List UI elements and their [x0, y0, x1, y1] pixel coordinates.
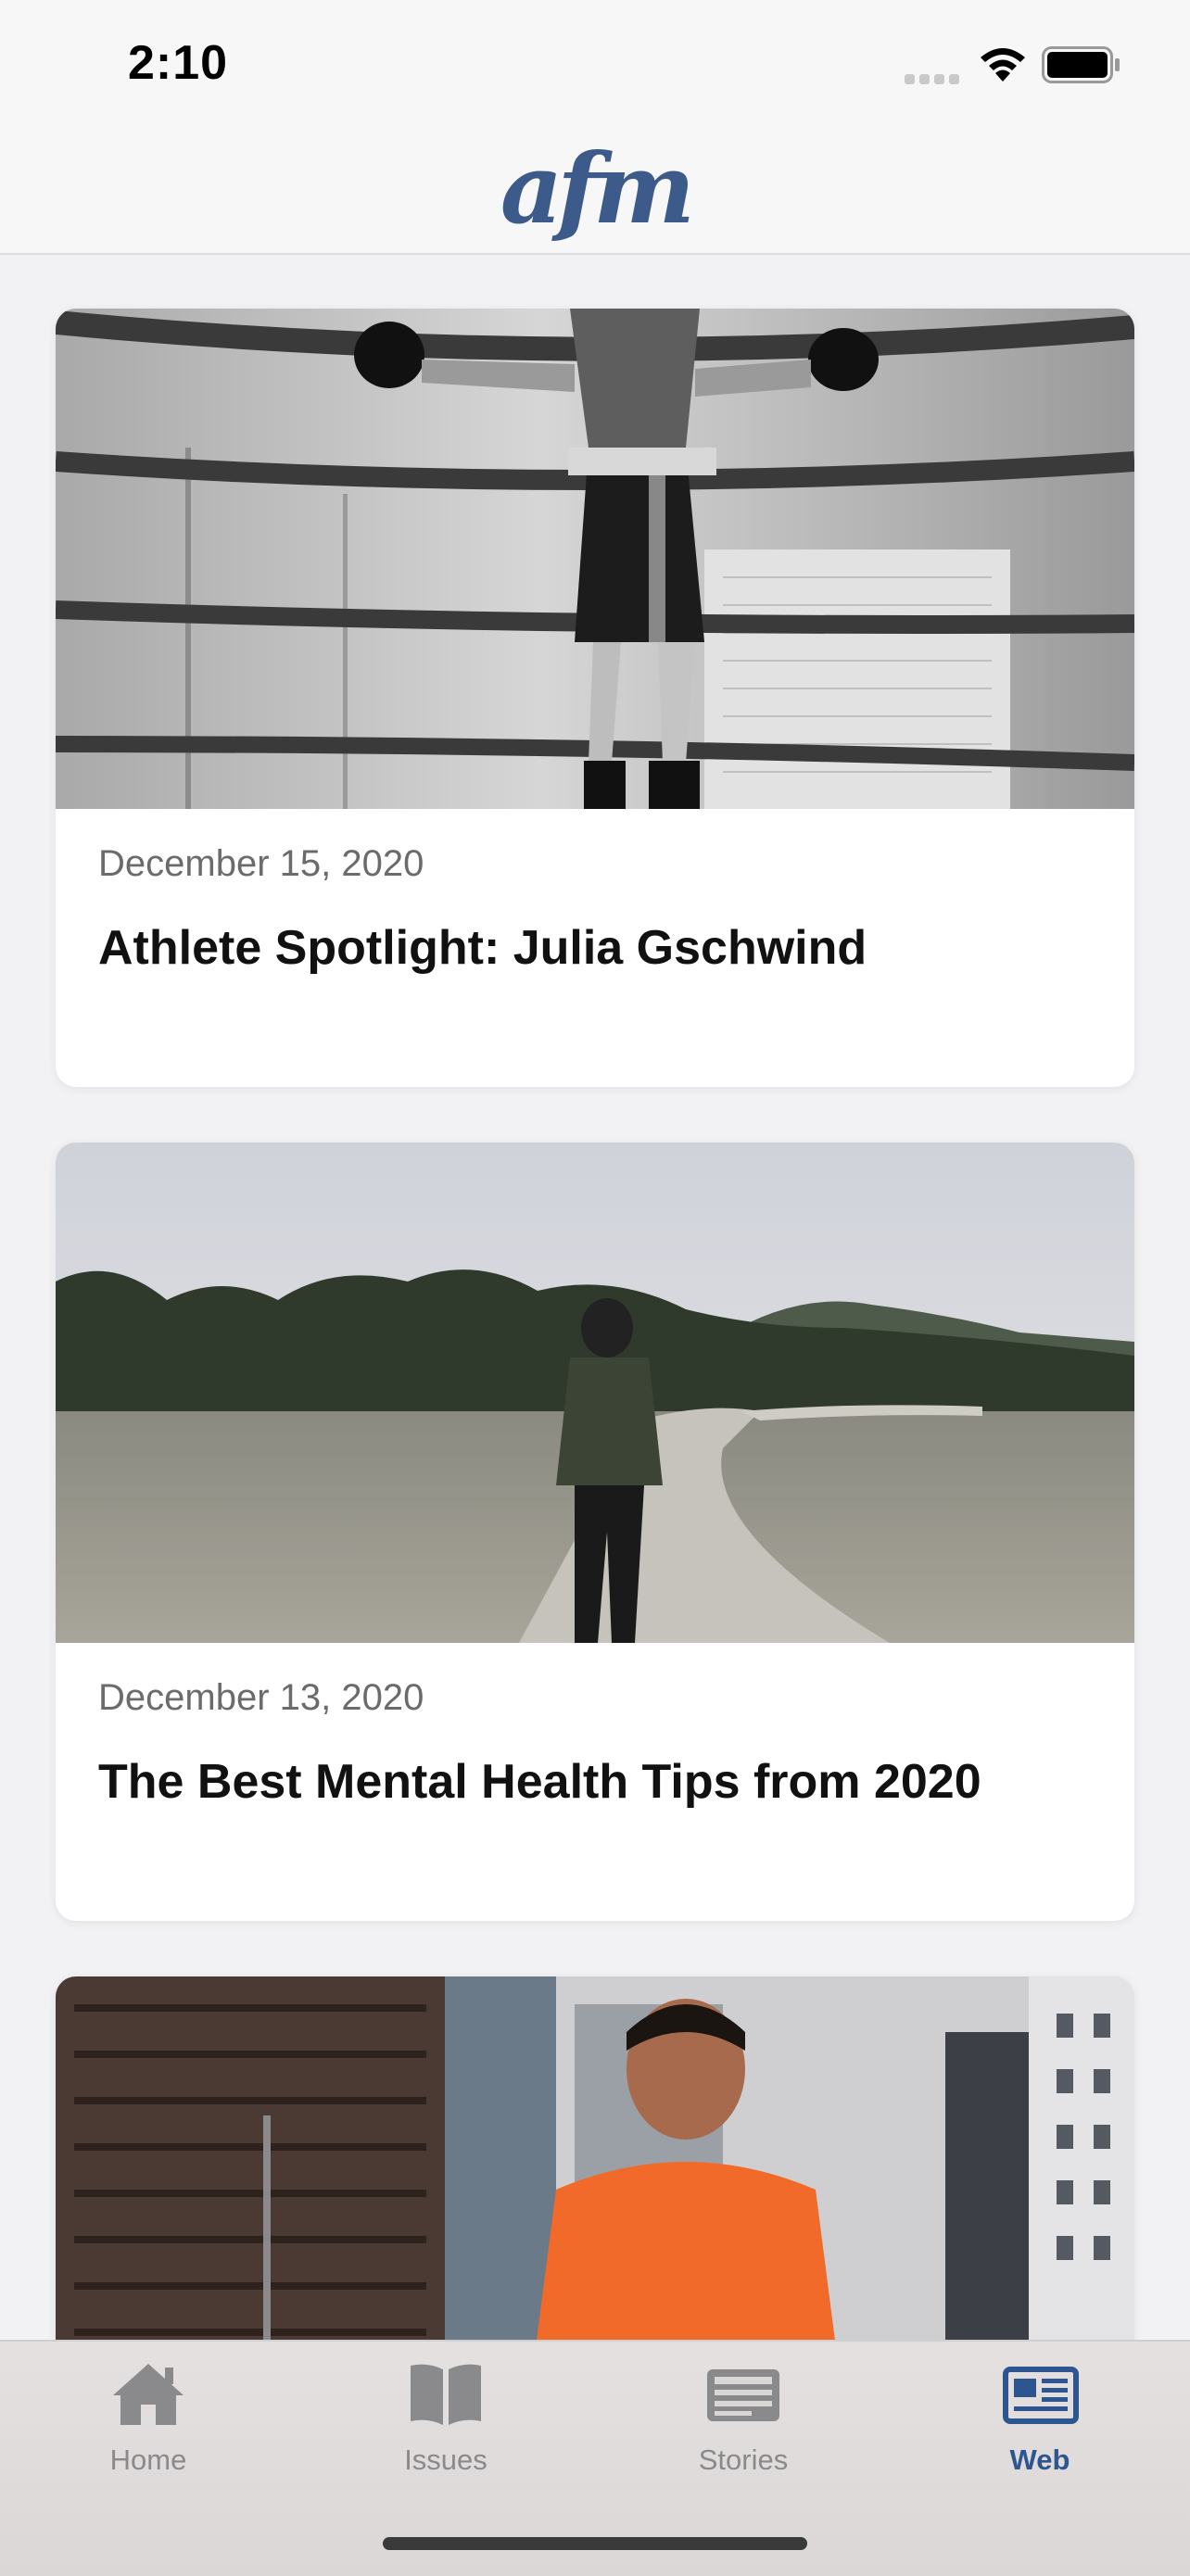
article-card[interactable] — [56, 1976, 1134, 2340]
home-icon — [113, 2364, 184, 2425]
navigation-bar: afm — [0, 130, 1190, 255]
book-icon — [411, 2364, 481, 2425]
tab-home[interactable]: Home — [56, 2360, 241, 2477]
article-card[interactable]: December 13, 2020 The Best Mental Health… — [56, 1143, 1134, 1921]
wifi-icon — [981, 48, 1025, 82]
tab-label: Home — [109, 2443, 187, 2476]
cellular-signal-icon — [905, 72, 964, 89]
article-date: December 13, 2020 — [98, 1677, 424, 1718]
tab-web[interactable]: Web — [947, 2360, 1133, 2477]
article-title[interactable]: Athlete Spotlight: Julia Gschwind — [98, 920, 867, 976]
man-walking-on-trail-photo — [56, 1143, 1134, 1643]
home-indicator[interactable] — [383, 2537, 807, 2550]
status-bar: 2:10 — [0, 0, 1190, 130]
tab-label: Stories — [698, 2443, 789, 2476]
article-title[interactable]: The Best Mental Health Tips from 2020 — [98, 1754, 981, 1810]
status-time: 2:10 — [128, 36, 229, 90]
battery-icon — [1042, 46, 1120, 83]
newspaper-icon — [707, 2369, 779, 2421]
smiling-man-orange-shirt-city-photo — [56, 1976, 1134, 2340]
afm-logo[interactable]: afm — [0, 141, 1190, 237]
web-news-icon — [1003, 2367, 1079, 2424]
article-feed[interactable]: December 15, 2020 Athlete Spotlight: Jul… — [0, 255, 1190, 2340]
boxer-in-ring-photo — [56, 309, 1134, 809]
tab-stories[interactable]: Stories — [651, 2360, 836, 2477]
article-card[interactable]: December 15, 2020 Athlete Spotlight: Jul… — [56, 309, 1134, 1087]
tab-label: Issues — [404, 2443, 487, 2476]
tab-issues[interactable]: Issues — [353, 2360, 538, 2477]
article-date: December 15, 2020 — [98, 843, 424, 884]
tab-label: Web — [1009, 2443, 1070, 2476]
